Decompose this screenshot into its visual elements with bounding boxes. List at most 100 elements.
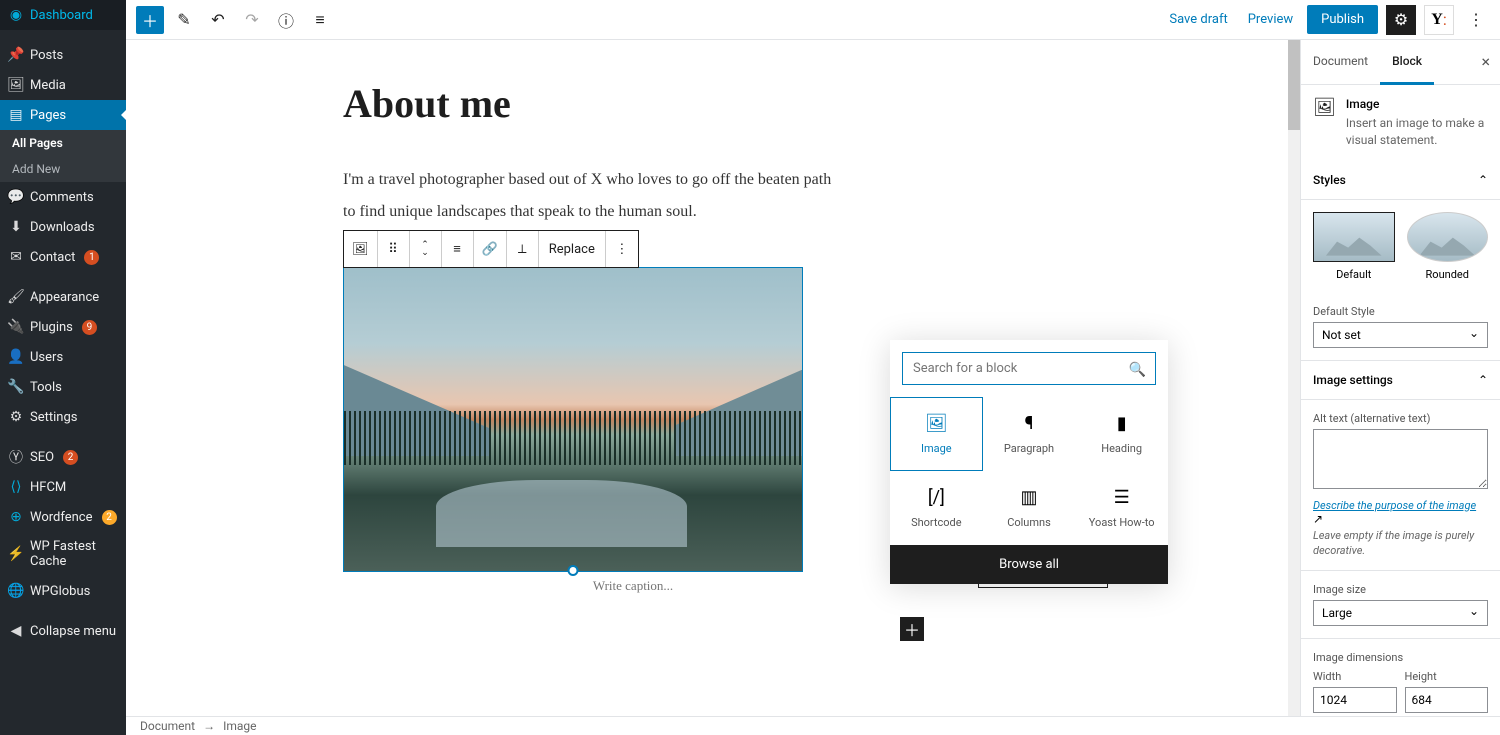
paragraph-line-1[interactable]: I'm a travel photographer based out of X… — [343, 167, 923, 193]
drag-handle[interactable]: ⠿ — [378, 231, 410, 267]
preview-button[interactable]: Preview — [1242, 8, 1299, 31]
move-buttons[interactable]: ⌃⌄ — [410, 231, 442, 267]
redo-button[interactable]: ↷ — [238, 6, 266, 34]
breadcrumb-document[interactable]: Document — [140, 719, 195, 733]
menu-seo[interactable]: ⓎSEO2 — [0, 442, 126, 472]
columns-icon: ▥ — [1020, 487, 1037, 508]
block-more-button[interactable]: ⋮ — [606, 231, 638, 267]
replace-button[interactable]: Replace — [539, 231, 606, 267]
publish-button[interactable]: Publish — [1307, 5, 1378, 34]
block-type-button[interactable]: 🖼 — [344, 231, 378, 267]
inline-add-block-button[interactable]: ＋ — [900, 617, 924, 641]
default-style-label: Default Style — [1313, 305, 1488, 318]
settings-toggle-button[interactable]: ⚙ — [1386, 5, 1416, 35]
yoast-button[interactable]: Y: — [1424, 5, 1454, 35]
menu-pages[interactable]: ▤Pages — [0, 100, 126, 130]
more-options-button[interactable]: ⋮ — [1462, 6, 1490, 34]
menu-hfcm[interactable]: ⟨⟩HFCM — [0, 472, 126, 502]
menu-comments[interactable]: 💬Comments — [0, 182, 126, 212]
browse-all-button[interactable]: Browse all — [890, 545, 1168, 584]
menu-plugins[interactable]: 🔌Plugins9 — [0, 312, 126, 342]
shield-icon: ⊕ — [8, 509, 24, 525]
alt-text-input[interactable] — [1313, 429, 1488, 489]
chevron-up-icon: ⌃ — [1478, 373, 1488, 387]
describe-purpose-link[interactable]: Describe the purpose of the image — [1313, 499, 1476, 512]
align-button[interactable]: ≡ — [442, 231, 474, 267]
alt-help-text: Leave empty if the image is purely decor… — [1313, 528, 1488, 559]
styles-panel-header[interactable]: Styles⌃ — [1301, 161, 1500, 200]
image-size-label: Image size — [1313, 583, 1488, 596]
image-icon: 🖼 — [1313, 97, 1336, 149]
inserter-shortcode[interactable]: [/]Shortcode — [890, 471, 983, 545]
sliders-icon: ⚙ — [8, 409, 24, 425]
image-block[interactable] — [343, 267, 803, 572]
collapse-icon: ◀ — [8, 623, 24, 639]
breadcrumb-image[interactable]: Image — [223, 719, 256, 733]
inserter-image[interactable]: 🖼Image — [890, 397, 983, 471]
menu-tools[interactable]: 🔧Tools — [0, 372, 126, 402]
add-block-button[interactable]: ＋ — [136, 6, 164, 34]
outline-button[interactable]: ≡ — [306, 6, 334, 34]
wrench-icon: 🔧 — [8, 379, 24, 395]
menu-dashboard[interactable]: ◉Dashboard — [0, 0, 126, 30]
caption-input[interactable]: Write caption... — [343, 578, 923, 594]
inserter-heading[interactable]: ▮Heading — [1075, 397, 1168, 471]
canvas-scrollbar[interactable] — [1288, 40, 1300, 716]
page-title[interactable]: About me — [343, 80, 923, 127]
resize-handle[interactable] — [568, 565, 579, 576]
menu-media[interactable]: 🖼Media — [0, 70, 126, 100]
contact-badge: 1 — [84, 250, 99, 265]
menu-users[interactable]: 👤Users — [0, 342, 126, 372]
image-size-select[interactable]: Large — [1313, 600, 1488, 626]
block-inserter-popover: 🔍 🖼Image ¶Paragraph ▮Heading [/]Shortcod… — [890, 340, 1168, 584]
save-draft-button[interactable]: Save draft — [1163, 8, 1233, 31]
image-settings-header[interactable]: Image settings⌃ — [1301, 361, 1500, 400]
menu-appearance[interactable]: 🖌Appearance — [0, 282, 126, 312]
menu-wordfence[interactable]: ⊕Wordfence2 — [0, 502, 126, 532]
menu-downloads[interactable]: ⬇Downloads — [0, 212, 126, 242]
collapse-menu[interactable]: ◀Collapse menu — [0, 616, 126, 646]
tab-document[interactable]: Document — [1301, 40, 1380, 84]
style-option-rounded[interactable]: Rounded — [1407, 212, 1489, 281]
crop-button[interactable]: ⟂ — [507, 231, 539, 267]
submenu-add-new[interactable]: Add New — [0, 156, 126, 182]
menu-contact[interactable]: ✉Contact1 — [0, 242, 126, 272]
inserter-paragraph[interactable]: ¶Paragraph — [983, 397, 1076, 471]
height-label: Height — [1405, 670, 1489, 683]
search-icon: 🔍 — [1129, 362, 1146, 378]
menu-posts[interactable]: 📌Posts — [0, 40, 126, 70]
edit-mode-button[interactable]: ✎ — [170, 6, 198, 34]
style-option-default[interactable]: Default — [1313, 212, 1395, 281]
comment-icon: 💬 — [8, 189, 24, 205]
inserter-columns[interactable]: ▥Columns — [983, 471, 1076, 545]
tab-block[interactable]: Block — [1380, 40, 1434, 85]
pin-icon: 📌 — [8, 47, 24, 63]
block-search-input[interactable] — [902, 352, 1156, 385]
paragraph-icon: ¶ — [1025, 413, 1034, 434]
admin-sidebar: ◉Dashboard 📌Posts 🖼Media ▤Pages All Page… — [0, 0, 126, 735]
user-icon: 👤 — [8, 349, 24, 365]
block-type-name: Image — [1346, 97, 1488, 111]
dimensions-label: Image dimensions — [1313, 651, 1488, 664]
width-input[interactable] — [1313, 687, 1397, 713]
info-button[interactable]: ⓘ — [272, 6, 300, 34]
external-icon: ↗ — [1313, 512, 1323, 526]
width-label: Width — [1313, 670, 1397, 683]
plugins-badge: 9 — [82, 320, 97, 335]
menu-settings[interactable]: ⚙Settings — [0, 402, 126, 432]
inserter-yoast-howto[interactable]: ☰Yoast How-to — [1075, 471, 1168, 545]
menu-wpglobus[interactable]: 🌐WPGlobus — [0, 576, 126, 606]
undo-button[interactable]: ↶ — [204, 6, 232, 34]
submenu-all-pages[interactable]: All Pages — [0, 130, 126, 156]
default-style-select[interactable]: Not set — [1313, 322, 1488, 348]
height-input[interactable] — [1405, 687, 1489, 713]
mail-icon: ✉ — [8, 249, 24, 265]
link-button[interactable]: 🔗 — [474, 231, 507, 267]
close-sidebar-button[interactable]: × — [1481, 52, 1490, 71]
paragraph-line-2[interactable]: to find unique landscapes that speak to … — [343, 199, 923, 225]
shortcode-icon: [/] — [928, 487, 945, 508]
menu-wp-fastest-cache[interactable]: ⚡WP Fastest Cache — [0, 532, 126, 576]
list-icon: ☰ — [1114, 487, 1130, 508]
page-icon: ▤ — [8, 107, 24, 123]
editor-top-toolbar: ＋ ✎ ↶ ↷ ⓘ ≡ Save draft Preview Publish ⚙… — [126, 0, 1500, 40]
